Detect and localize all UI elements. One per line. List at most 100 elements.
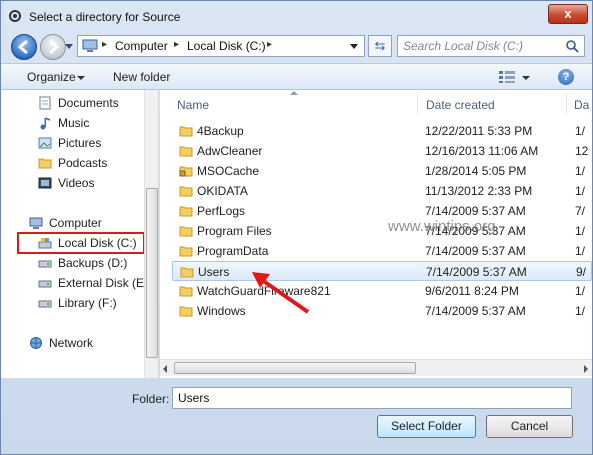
- select-folder-button[interactable]: Select Folder: [377, 415, 476, 438]
- chevron-down-icon[interactable]: [522, 76, 530, 80]
- table-row[interactable]: ProgramData 7/14/2009 5:37 AM 1/: [172, 241, 592, 261]
- file-name: MSOCache: [197, 164, 260, 178]
- table-row[interactable]: PerfLogs 7/14/2009 5:37 AM 7/: [172, 201, 592, 221]
- file-list: Name Date created Da 4Backup 12/22/2011 5…: [160, 90, 592, 378]
- file-date-modified: 9/: [576, 265, 587, 279]
- dialog-window: Select a directory for Source x ▸ Comput…: [0, 0, 593, 455]
- music-icon: [40, 117, 51, 130]
- table-row[interactable]: Users 7/14/2009 5:37 AM 9/: [172, 261, 592, 281]
- column-header-date-modified[interactable]: Da: [574, 98, 589, 112]
- nav-item-label: Videos: [58, 176, 95, 190]
- folder-icon: [179, 306, 193, 317]
- refresh-button[interactable]: ⇆: [368, 35, 392, 57]
- scroll-thumb[interactable]: [146, 188, 158, 358]
- file-name: AdwCleaner: [197, 144, 263, 158]
- file-date-created: 11/13/2012 2:33 PM: [425, 184, 533, 198]
- forward-button[interactable]: [40, 34, 66, 60]
- file-date-modified: 1/: [575, 164, 586, 178]
- new-folder-button[interactable]: New folder: [113, 70, 170, 84]
- file-name: ProgramData: [197, 244, 269, 258]
- file-date-modified: 1/: [575, 284, 586, 298]
- drive-icon: [38, 300, 52, 308]
- column-divider[interactable]: [566, 92, 567, 114]
- cancel-button[interactable]: Cancel: [486, 415, 573, 438]
- breadcrumb-computer[interactable]: Computer: [115, 39, 168, 53]
- table-row[interactable]: Windows 7/14/2009 5:37 AM 1/: [172, 301, 592, 321]
- arrow-left-icon: [17, 39, 28, 55]
- column-header-name[interactable]: Name: [177, 98, 209, 112]
- search-placeholder: Search Local Disk (C:): [403, 39, 524, 53]
- file-date-created: 12/16/2013 11:06 AM: [425, 144, 539, 158]
- nav-scrollbar[interactable]: [144, 90, 158, 378]
- folder-icon: [179, 146, 193, 157]
- close-button[interactable]: x: [548, 4, 588, 24]
- nav-item-label: Documents: [58, 96, 119, 110]
- table-row[interactable]: Program Files 7/14/2009 5:37 AM 1/: [172, 221, 592, 241]
- breadcrumb-local-disk[interactable]: Local Disk (C:): [187, 39, 266, 53]
- address-bar[interactable]: ▸ Computer ▸ Local Disk (C:) ▸: [77, 35, 365, 57]
- nav-item-label: Library (F:): [58, 296, 117, 310]
- nav-item-label: Backups (D:): [58, 256, 128, 270]
- folder-icon: [179, 246, 193, 257]
- column-divider[interactable]: [417, 92, 418, 114]
- refresh-icon: ⇆: [374, 38, 386, 53]
- sort-ascending-icon: [290, 91, 298, 95]
- table-row[interactable]: 4Backup 12/22/2011 5:33 PM 1/: [172, 121, 592, 141]
- help-icon[interactable]: ?: [558, 69, 574, 85]
- scroll-thumb[interactable]: [174, 362, 416, 374]
- nav-item-label: Pictures: [58, 136, 102, 150]
- arrow-right-icon: [49, 39, 60, 55]
- table-row[interactable]: WatchGuardFireware821 9/6/2011 8:24 PM 1/: [172, 281, 592, 301]
- address-dropdown[interactable]: [350, 44, 358, 49]
- pictures-icon: [38, 137, 52, 149]
- breadcrumb-separator: ▸: [174, 39, 180, 50]
- file-date-created: 7/14/2009 5:37 AM: [425, 244, 526, 258]
- drive-icon: [38, 260, 52, 268]
- folder-icon: [179, 226, 193, 237]
- column-header-date-created[interactable]: Date created: [426, 98, 495, 112]
- file-date-modified: 1/: [575, 224, 586, 238]
- horizontal-scrollbar[interactable]: [160, 359, 592, 376]
- file-name: PerfLogs: [197, 204, 246, 218]
- table-row[interactable]: AdwCleaner 12/16/2013 11:06 AM 12: [172, 141, 592, 161]
- watermark: www.wintips.org: [388, 218, 496, 235]
- folder-icon: [38, 158, 52, 169]
- gear-icon: [9, 10, 21, 22]
- table-row[interactable]: OKIDATA 11/13/2012 2:33 PM 1/: [172, 181, 592, 201]
- title-bar: Select a directory for Source x: [1, 1, 592, 31]
- scroll-left-icon[interactable]: [163, 365, 167, 373]
- nav-item-label: Music: [58, 116, 90, 130]
- navigation-pane: Documents Music Pictures Podcasts Videos…: [1, 90, 159, 378]
- drive-icon: [38, 280, 52, 288]
- network-icon: [30, 337, 42, 349]
- folder-icon: [179, 186, 193, 197]
- file-date-created: 7/14/2009 5:37 AM: [426, 265, 527, 279]
- file-date-created: 12/22/2011 5:33 PM: [425, 124, 533, 138]
- scroll-right-icon[interactable]: [584, 365, 588, 373]
- back-button[interactable]: [11, 34, 37, 60]
- annotation-highlight-box: [17, 232, 145, 254]
- table-row[interactable]: MSOCache 1/28/2014 5:05 PM 1/: [172, 161, 592, 181]
- search-input[interactable]: Search Local Disk (C:): [397, 35, 585, 57]
- file-date-created: 1/28/2014 5:05 PM: [425, 164, 527, 178]
- file-date-created: 7/14/2009 5:37 AM: [425, 304, 526, 318]
- breadcrumb-separator: ▸: [102, 39, 108, 50]
- views-icon[interactable]: [499, 71, 515, 83]
- file-name: 4Backup: [197, 124, 244, 138]
- file-date-created: 7/14/2009 5:37 AM: [425, 204, 526, 218]
- computer-icon: [29, 217, 43, 229]
- file-name: Windows: [197, 304, 246, 318]
- documents-icon: [39, 96, 51, 110]
- file-date-modified: 1/: [575, 124, 586, 138]
- folder-field[interactable]: [172, 387, 572, 409]
- nav-item-label: External Disk (E:): [58, 276, 152, 290]
- file-date-modified: 1/: [575, 304, 586, 318]
- breadcrumb-separator: ▸: [267, 39, 273, 50]
- search-icon: [566, 40, 579, 53]
- file-date-modified: 7/: [575, 204, 586, 218]
- recent-pages-dropdown[interactable]: [65, 44, 73, 49]
- window-title: Select a directory for Source: [29, 10, 181, 24]
- videos-icon: [38, 177, 52, 189]
- file-name: OKIDATA: [197, 184, 248, 198]
- organize-button[interactable]: Organize: [27, 70, 76, 84]
